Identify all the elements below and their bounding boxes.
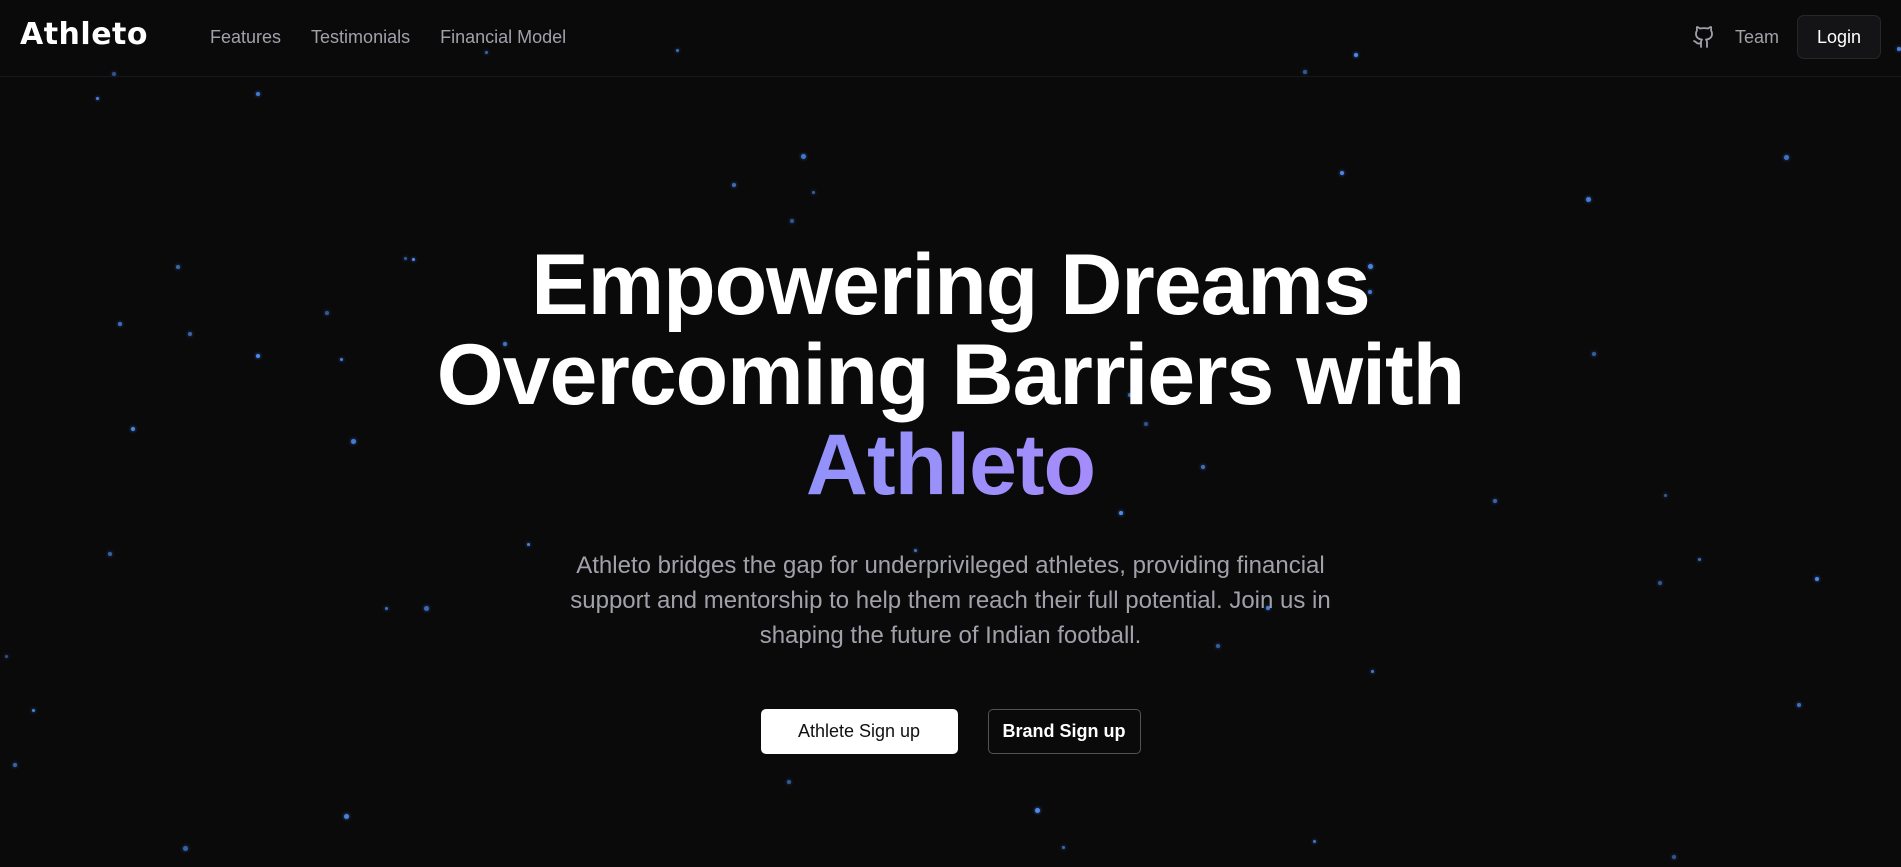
team-link[interactable]: Team <box>1735 27 1779 48</box>
navbar: Athleto Features Testimonials Financial … <box>0 0 1901 77</box>
nav-link-testimonials[interactable]: Testimonials <box>311 27 410 48</box>
star-dot <box>1035 808 1040 813</box>
landing-page: Athleto Features Testimonials Financial … <box>0 0 1901 867</box>
star-dot <box>790 219 794 223</box>
star-dot <box>801 154 806 159</box>
hero-title-line-1: Empowering Dreams <box>531 237 1370 333</box>
star-dot <box>812 191 815 194</box>
athlete-signup-button[interactable]: Athlete Sign up <box>760 709 958 754</box>
nav-link-financial-model[interactable]: Financial Model <box>440 27 566 48</box>
star-dot <box>1672 855 1676 859</box>
hero-section: Empowering Dreams Overcoming Barriers wi… <box>0 240 1901 754</box>
hero-title: Empowering Dreams Overcoming Barriers wi… <box>0 240 1901 510</box>
star-dot <box>787 780 791 784</box>
star-dot <box>256 92 260 96</box>
nav-links: Features Testimonials Financial Model <box>210 27 566 48</box>
hero-title-line-2: Overcoming Barriers with <box>436 327 1465 423</box>
star-dot <box>183 846 188 851</box>
nav-link-features[interactable]: Features <box>210 27 281 48</box>
hero-subtitle: Athleto bridges the gap for underprivile… <box>570 552 1331 649</box>
login-button[interactable]: Login <box>1797 15 1881 59</box>
github-icon[interactable] <box>1691 24 1717 50</box>
star-dot <box>732 183 736 187</box>
star-dot <box>1784 155 1789 160</box>
brand-signup-button[interactable]: Brand Sign up <box>987 709 1141 754</box>
hero-title-highlight: Athleto <box>0 420 1901 510</box>
star-dot <box>1313 840 1316 843</box>
cta-row: Athlete Sign up Brand Sign up <box>0 709 1901 754</box>
star-dot <box>1340 171 1344 175</box>
nav-right: Team Login <box>1691 15 1881 59</box>
star-dot <box>13 763 17 767</box>
star-dot <box>1062 846 1065 849</box>
star-dot <box>1586 197 1591 202</box>
star-dot <box>96 97 99 100</box>
logo[interactable]: Athleto <box>20 17 148 52</box>
star-dot <box>344 814 349 819</box>
